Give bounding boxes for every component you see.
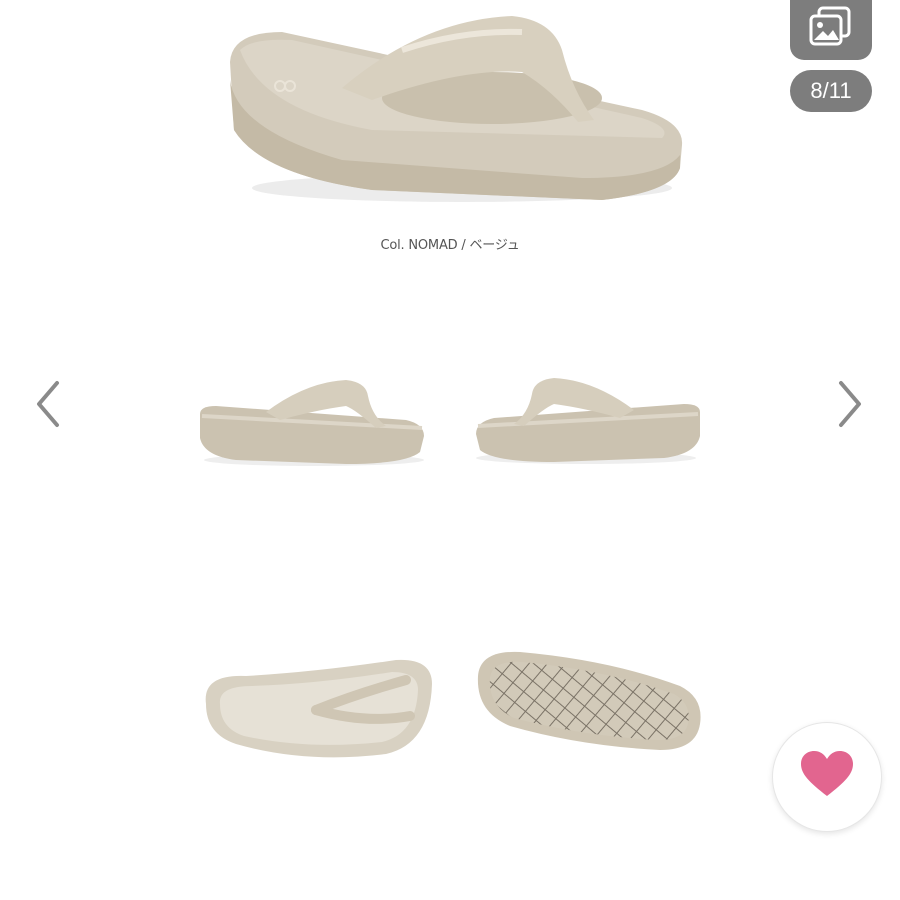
product-photo-side-left xyxy=(196,376,426,468)
product-photo-main xyxy=(222,10,688,210)
gallery-icon xyxy=(809,6,853,51)
chevron-left-icon xyxy=(33,379,63,434)
product-photo-top xyxy=(196,654,436,764)
previous-image-button[interactable] xyxy=(28,378,68,434)
image-viewer: Col. NOMAD / ベージュ 8/11 xyxy=(0,0,900,900)
chevron-right-icon xyxy=(835,379,865,434)
color-caption: Col. NOMAD / ベージュ xyxy=(380,238,520,253)
next-image-button[interactable] xyxy=(830,378,870,434)
product-photo-sole xyxy=(470,646,704,758)
product-photo-side-right xyxy=(474,374,704,466)
gallery-button[interactable] xyxy=(790,0,872,60)
like-button[interactable] xyxy=(772,722,882,832)
heart-icon xyxy=(799,750,855,805)
image-counter: 8/11 xyxy=(790,70,872,112)
